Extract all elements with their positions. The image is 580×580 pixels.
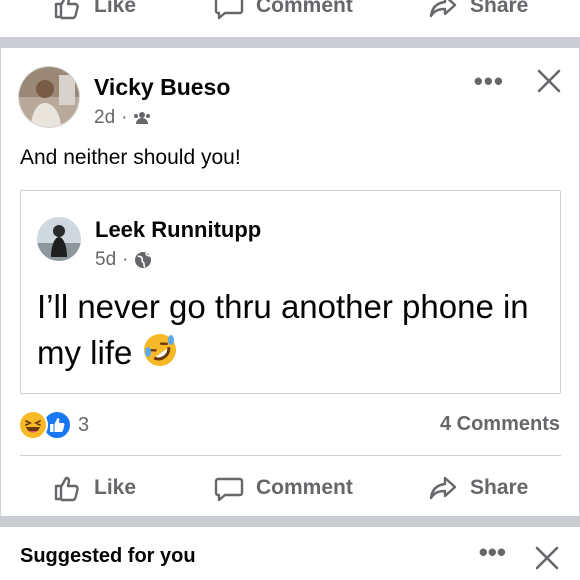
haha-reaction-icon: [18, 410, 48, 440]
post-time[interactable]: 2d: [94, 107, 115, 129]
previous-comment-button[interactable]: Comment: [214, 0, 353, 21]
close-icon[interactable]: [536, 68, 562, 99]
post-text: And neither should you!: [20, 146, 241, 169]
more-options-icon[interactable]: •••: [474, 68, 504, 94]
comment-icon: [214, 477, 244, 502]
post-meta: 2d ·: [94, 107, 151, 129]
like-icon: [54, 476, 79, 502]
more-options-icon[interactable]: •••: [479, 539, 506, 565]
post-header: Vicky Bueso 2d · •••: [18, 64, 566, 134]
post-author-name[interactable]: Vicky Bueso: [94, 74, 230, 101]
meta-separator: ·: [122, 249, 129, 270]
shared-post-card[interactable]: Leek Runnitupp 5d · I’ll never go thru a…: [20, 190, 561, 394]
post-action-bar: Like Comment Share: [0, 460, 580, 516]
share-button[interactable]: Share: [428, 473, 528, 503]
previous-like-button[interactable]: Like: [52, 0, 136, 21]
share-label: Share: [470, 0, 529, 17]
globe-icon: [135, 252, 152, 268]
like-icon: [54, 0, 79, 20]
previous-share-button[interactable]: Share: [428, 0, 528, 21]
previous-post-action-bar: Like Comment Share: [0, 0, 580, 34]
comment-label: Comment: [256, 476, 353, 499]
suggested-for-you-title: Suggested for you: [20, 545, 196, 567]
close-icon[interactable]: [534, 545, 560, 576]
feed-divider: [0, 37, 580, 48]
shared-post-text: I’ll never go thru another phone in my l…: [37, 284, 547, 376]
like-label: Like: [94, 0, 137, 17]
shared-time[interactable]: 5d: [95, 249, 116, 271]
comments-count-link[interactable]: 4 Comments: [440, 413, 560, 436]
comment-button[interactable]: Comment: [214, 473, 353, 503]
like-button[interactable]: Like: [52, 473, 136, 503]
meta-separator: ·: [121, 107, 128, 128]
share-icon: [429, 0, 457, 18]
rofl-emoji-icon: [143, 334, 176, 366]
actions-separator: [20, 455, 561, 456]
reactions-summary[interactable]: 3: [18, 410, 89, 440]
reaction-count: 3: [78, 413, 90, 436]
shared-author-name[interactable]: Leek Runnitupp: [95, 217, 261, 243]
comment-icon: [214, 0, 244, 20]
card-border-left: [0, 48, 1, 516]
like-label: Like: [94, 476, 137, 499]
shared-meta: 5d ·: [95, 249, 152, 271]
shared-author-avatar[interactable]: [37, 217, 81, 261]
friends-icon: [134, 112, 151, 124]
share-label: Share: [470, 476, 529, 499]
share-icon: [429, 476, 457, 500]
shared-post-text-content: I’ll never go thru another phone in my l…: [37, 288, 529, 371]
feed-divider: [0, 516, 580, 527]
author-avatar[interactable]: [18, 66, 80, 128]
comment-label: Comment: [256, 0, 353, 17]
